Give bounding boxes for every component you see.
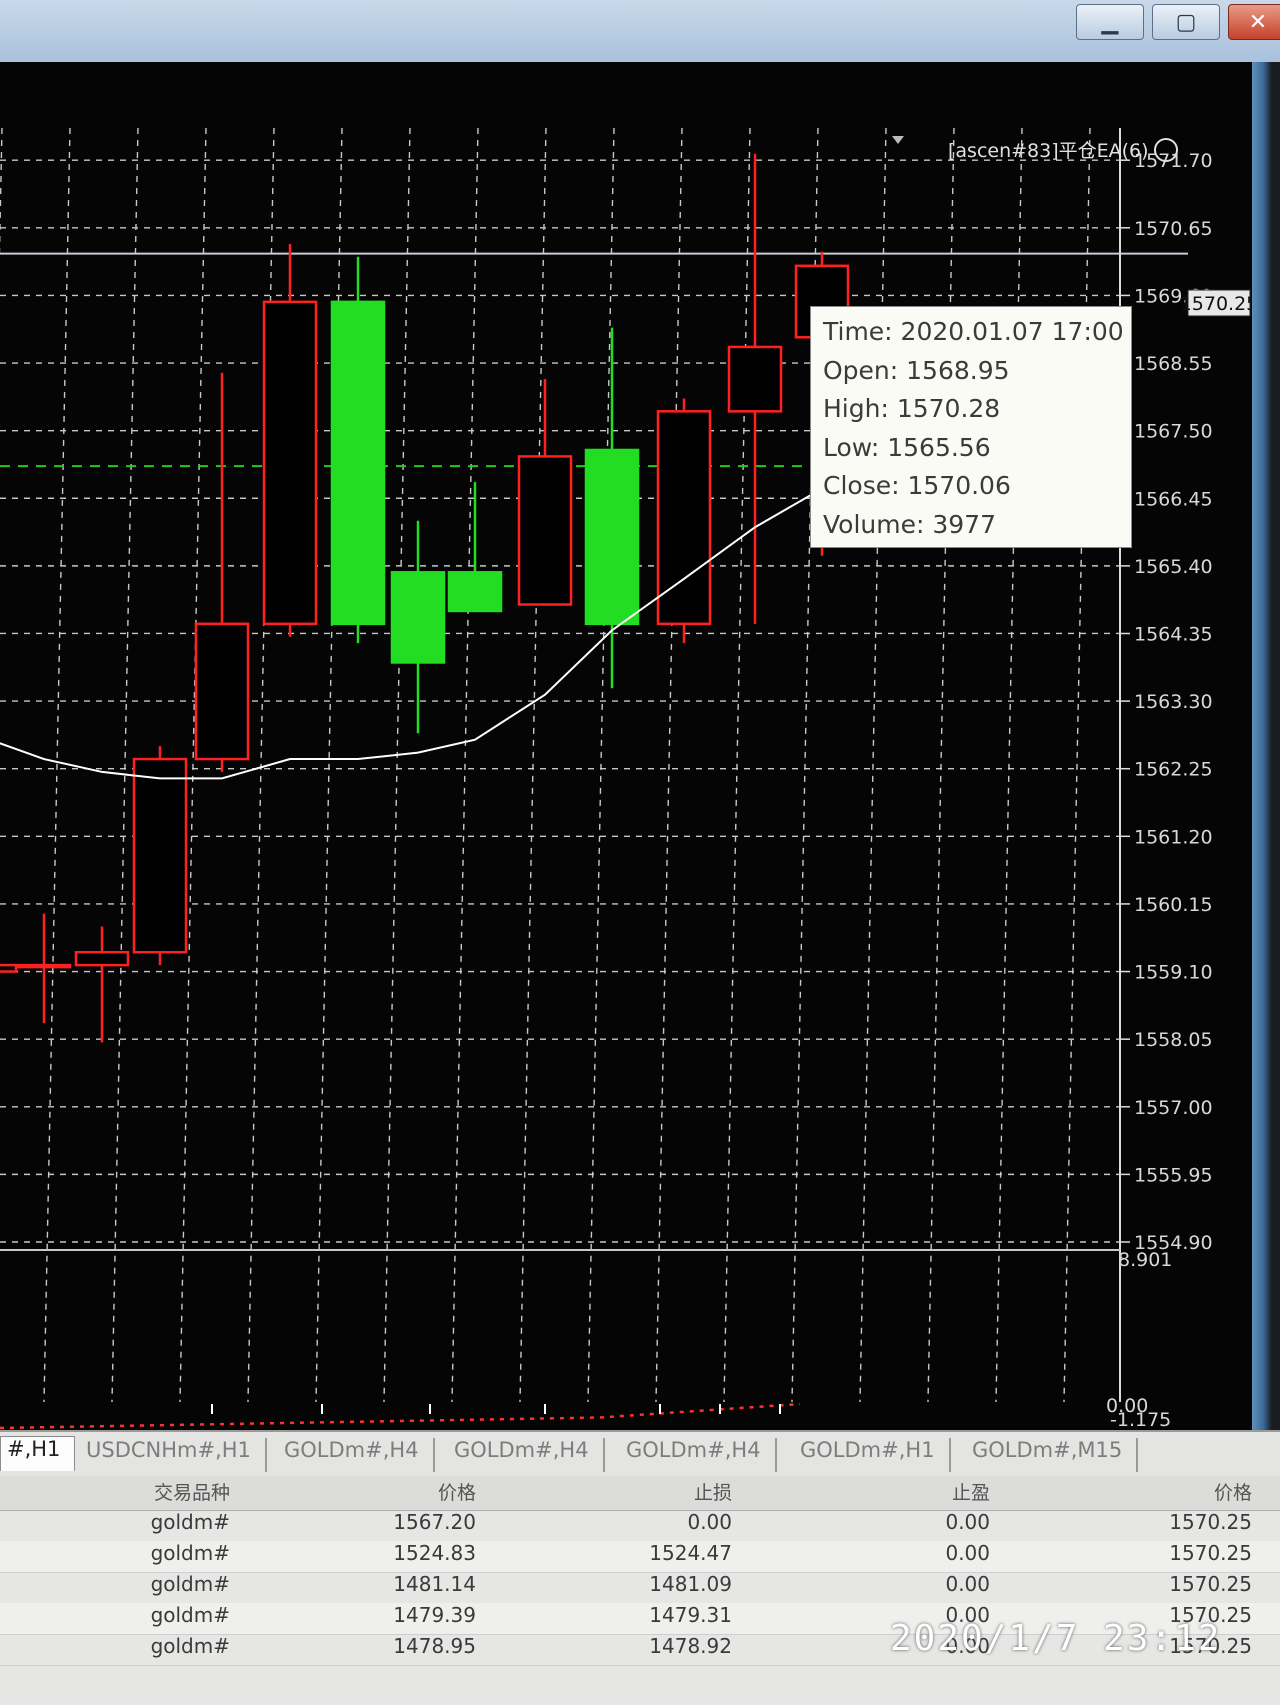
price-tick-label: 1570.65 <box>1134 218 1213 240</box>
tab-chart-1[interactable]: #,H1 <box>0 1436 76 1471</box>
cell-symbol: goldm# <box>150 1634 230 1658</box>
tab-chart-2[interactable]: USDCNHm#,H1 <box>86 1438 267 1472</box>
tab-chart-4[interactable]: GOLDm#,H4 <box>454 1438 605 1472</box>
cell-stop-loss: 1478.92 <box>649 1634 732 1658</box>
price-tick-label: 1566.45 <box>1134 488 1213 510</box>
cell-open-price: 1478.95 <box>393 1634 476 1658</box>
indicator-min-label: -1.175 <box>1110 1409 1171 1430</box>
grid-vline <box>723 127 751 1403</box>
header-take-profit[interactable]: 止盈 <box>742 1478 990 1508</box>
price-tick-label: 1557.00 <box>1134 1097 1213 1119</box>
cell-current-price: 1570.25 <box>1169 1541 1252 1565</box>
candle-body <box>74 950 130 967</box>
minimize-button[interactable]: ▁ <box>1076 4 1144 40</box>
cell-open-price: 1481.14 <box>393 1572 476 1596</box>
grid-vline <box>451 127 479 1403</box>
tab-chart-5[interactable]: GOLDm#,H4 <box>626 1438 777 1472</box>
price-chart[interactable]: 1571.70 1570.65 1569.60 1568.55 1567.50 1566.… <box>0 62 1252 1430</box>
header-symbol[interactable]: 交易品种 <box>0 1478 230 1508</box>
candle-body <box>517 455 573 606</box>
shift-marker-icon[interactable] <box>892 136 904 144</box>
tab-chart-6[interactable]: GOLDm#,H1 <box>800 1438 951 1472</box>
grid-vline <box>587 127 615 1403</box>
price-tick-label: 1559.10 <box>1134 962 1213 984</box>
cell-symbol: goldm# <box>150 1541 230 1565</box>
adjacent-window-edge <box>1252 62 1280 1430</box>
grid-vline <box>43 127 71 1403</box>
cell-stop-loss: 0.00 <box>687 1510 732 1534</box>
table-row[interactable]: goldm# 1567.20 0.00 0.00 1570.25 <box>0 1510 1280 1542</box>
table-row[interactable]: goldm# 1524.83 1524.47 0.00 1570.25 <box>0 1541 1280 1573</box>
tooltip-close: Close: 1570.06 <box>823 471 1011 500</box>
tooltip-low: Low: 1565.56 <box>823 432 991 462</box>
candle-body <box>390 571 446 664</box>
price-tick-label: 1558.05 <box>1134 1029 1213 1051</box>
candle-body <box>194 622 250 761</box>
tooltip-time: Time: 2020.01.07 17:00 <box>823 317 1124 346</box>
price-tick-label: 1563.30 <box>1134 691 1213 713</box>
candle-body <box>584 448 640 626</box>
cell-open-price: 1567.20 <box>393 1510 476 1534</box>
header-stop-loss[interactable]: 止损 <box>486 1478 732 1508</box>
cell-open-price: 1479.39 <box>393 1603 476 1627</box>
close-button[interactable]: ✕ <box>1228 4 1280 40</box>
chart-canvas[interactable]: 1571.701570.651569.601568.551567.501566.… <box>0 62 1252 1430</box>
tooltip-high: High: 1570.28 <box>823 394 1001 423</box>
tooltip-volume: Volume: 3977 <box>823 509 996 539</box>
price-tick-label: 1560.15 <box>1134 894 1213 916</box>
candle-body <box>447 571 503 613</box>
cell-current-price: 1570.25 <box>1169 1572 1252 1596</box>
price-tick-label: 1555.95 <box>1134 1164 1213 1186</box>
expert-advisor-label: [ascen#83]平仓EA(6) <box>948 140 1149 162</box>
price-tick-label: 1568.55 <box>1134 353 1213 375</box>
tooltip-open: Open: 1568.95 <box>823 355 1010 385</box>
candle-body <box>262 300 318 626</box>
cell-stop-loss: 1481.09 <box>649 1572 732 1596</box>
grid-vline <box>383 127 411 1403</box>
price-tick-label: 1561.20 <box>1134 826 1213 848</box>
header-current-price[interactable]: 价格 <box>1000 1478 1252 1508</box>
cell-stop-loss: 1524.47 <box>649 1541 732 1565</box>
current-price-label: 1570.25 <box>1180 293 1252 315</box>
candle-body <box>132 757 188 954</box>
candle-body <box>16 963 72 969</box>
candle-body <box>727 345 783 413</box>
grid-vline <box>519 127 547 1403</box>
table-header: 交易品种 价格 止损 止盈 价格 <box>0 1476 1280 1511</box>
candle-body <box>0 963 18 973</box>
price-tick-label: 1564.35 <box>1134 623 1213 645</box>
positions-table: 交易品种 价格 止损 止盈 价格 goldm# 1567.20 0.00 0.0… <box>0 1476 1280 1705</box>
header-open-price[interactable]: 价格 <box>240 1478 476 1508</box>
maximize-button[interactable]: ▢ <box>1152 4 1220 40</box>
cell-take-profit: 0.00 <box>945 1541 990 1565</box>
cell-take-profit: 0.00 <box>945 1510 990 1534</box>
indicator-max-label: 8.901 <box>1118 1249 1172 1271</box>
chart-tab-bar: #,H1 USDCNHm#,H1 GOLDm#,H4 GOLDm#,H4 GOL… <box>0 1430 1280 1476</box>
grid-vline <box>0 127 3 261</box>
price-tick-label: 1567.50 <box>1134 421 1213 443</box>
price-axis: 1571.701570.651569.601568.551567.501566.… <box>1119 128 1213 1402</box>
cell-open-price: 1524.83 <box>393 1541 476 1565</box>
price-tick-label: 1565.40 <box>1134 556 1213 578</box>
photo-timestamp: 2020/1/7 23:12 <box>890 1618 1222 1659</box>
table-row[interactable]: goldm# 1481.14 1481.09 0.00 1570.25 <box>0 1572 1280 1604</box>
grid-vline <box>655 127 683 1403</box>
cell-symbol: goldm# <box>150 1510 230 1534</box>
indicator-window <box>0 1402 801 1430</box>
indicator-line <box>0 1402 801 1430</box>
cell-take-profit: 0.00 <box>945 1572 990 1596</box>
window-title-bar: ▁ ▢ ✕ <box>0 0 1280 62</box>
candle-body <box>330 300 386 626</box>
tab-chart-3[interactable]: GOLDm#,H4 <box>284 1438 435 1472</box>
cell-symbol: goldm# <box>150 1572 230 1596</box>
candle-series <box>0 153 850 1043</box>
price-tick-label: 1562.25 <box>1134 759 1213 781</box>
cell-symbol: goldm# <box>150 1603 230 1627</box>
cell-current-price: 1570.25 <box>1169 1510 1252 1534</box>
cell-stop-loss: 1479.31 <box>649 1603 732 1627</box>
tab-chart-7[interactable]: GOLDm#,M15 <box>972 1438 1139 1472</box>
candle-tooltip: Time: 2020.01.07 17:00 Open: 1568.95 Hig… <box>810 306 1132 548</box>
